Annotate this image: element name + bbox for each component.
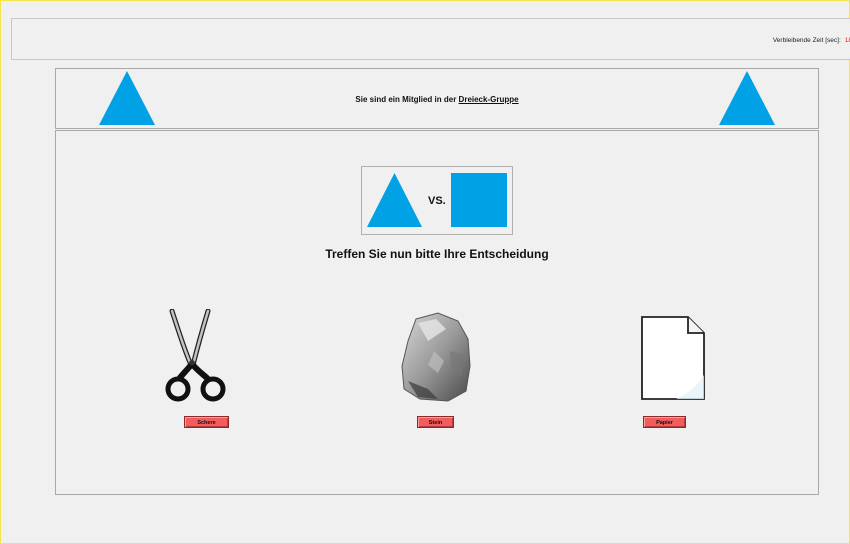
decision-panel: VS. Treffen Sie nun bitte Ihre Entscheid… xyxy=(55,130,819,495)
vs-label: VS. xyxy=(428,195,446,207)
triangle-icon xyxy=(367,173,422,227)
remaining-time-value: 18 xyxy=(844,37,850,44)
group-header: Sie sind ein Mitglied in der Dreieck-Gru… xyxy=(55,68,819,129)
remaining-time: Verbleibende Zeit [sec]:18 xyxy=(773,37,850,44)
group-name-link[interactable]: Dreieck-Gruppe xyxy=(459,95,519,104)
scissors-icon xyxy=(165,309,226,402)
group-membership-prefix: Sie sind ein Mitglied in der xyxy=(355,95,459,104)
rock-button[interactable]: Stein xyxy=(417,416,454,428)
square-icon xyxy=(451,173,507,227)
matchup-box: VS. xyxy=(361,166,513,235)
paper-button[interactable]: Papier xyxy=(643,416,686,428)
paper-icon xyxy=(641,316,705,400)
rock-icon xyxy=(401,312,471,402)
triangle-icon xyxy=(719,71,775,125)
remaining-time-label: Verbleibende Zeit [sec]: xyxy=(772,37,841,44)
scissors-button[interactable]: Schere xyxy=(184,416,229,428)
app-window: Verbleibende Zeit [sec]:18 Sie sind ein … xyxy=(0,0,850,544)
top-bar: Verbleibende Zeit [sec]:18 xyxy=(11,18,850,60)
group-membership-text: Sie sind ein Mitglied in der Dreieck-Gru… xyxy=(56,95,818,104)
decision-prompt: Treffen Sie nun bitte Ihre Entscheidung xyxy=(325,247,549,261)
